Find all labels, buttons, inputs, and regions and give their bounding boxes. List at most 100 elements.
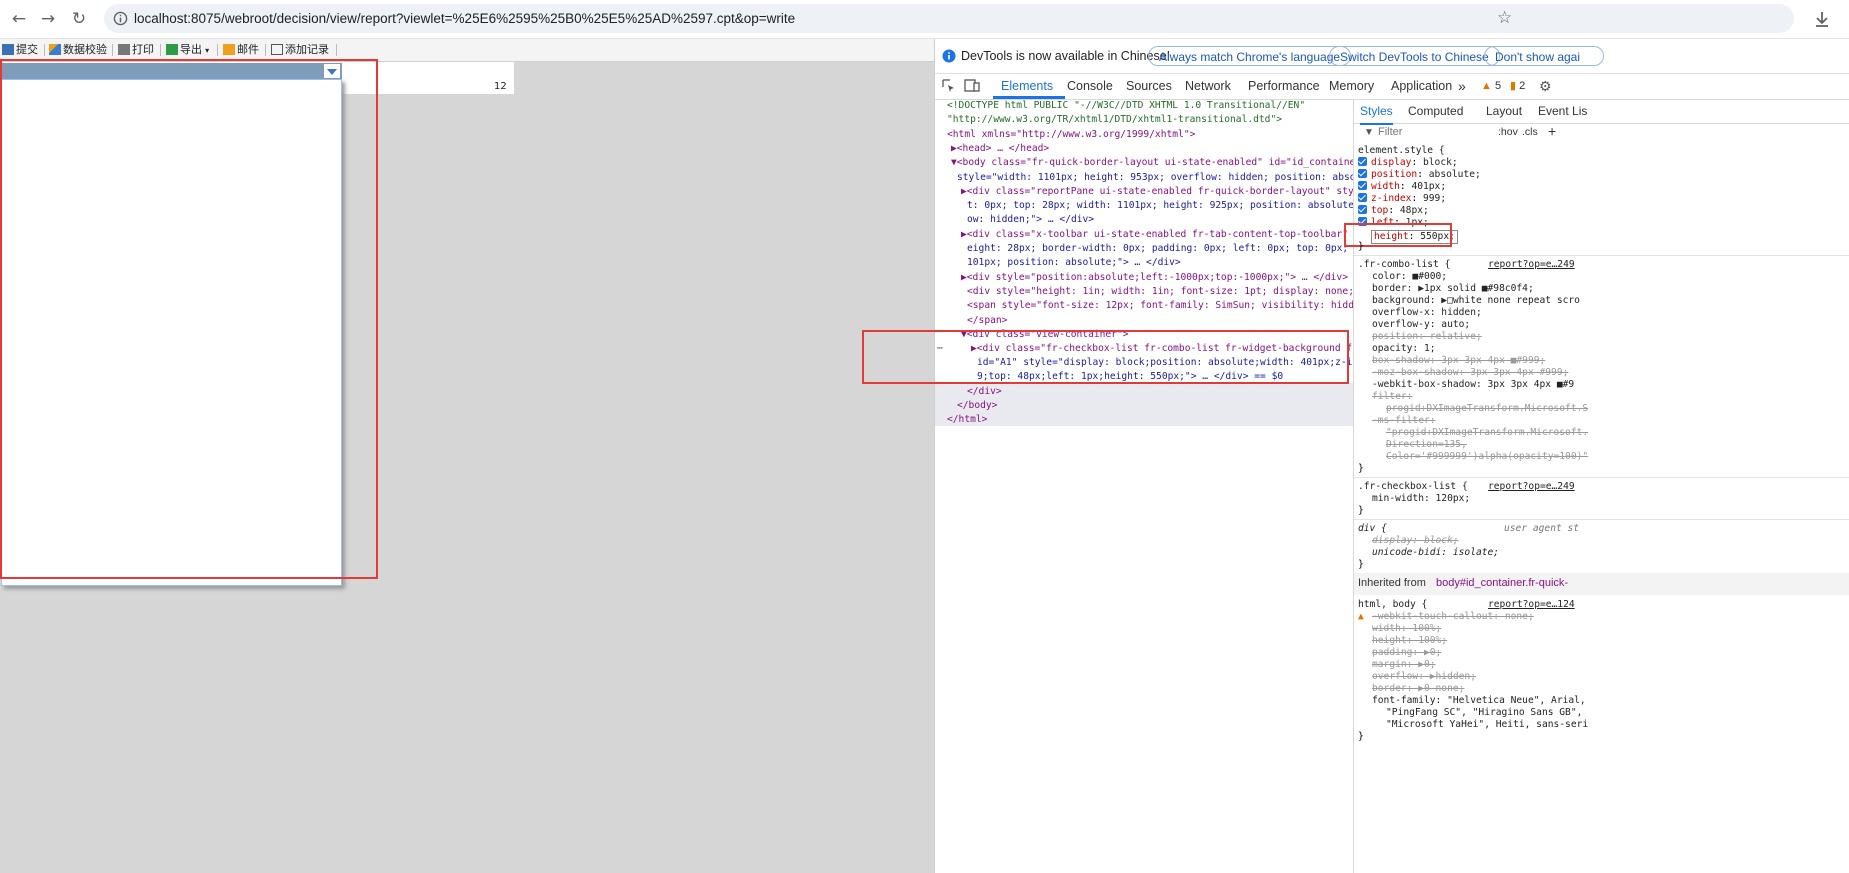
css-line-overridden[interactable]: display: block; xyxy=(1372,535,1459,547)
css-prop-row[interactable]: top: 48px; xyxy=(1358,205,1429,217)
subtab-styles[interactable]: Styles xyxy=(1360,99,1393,125)
tab-network[interactable]: Network xyxy=(1185,73,1231,99)
dom-line[interactable]: 101px; position: absolute;"> … </div> xyxy=(967,256,1181,270)
css-line[interactable]: overflow-y: auto; xyxy=(1372,319,1470,331)
dom-line[interactable]: </span> xyxy=(967,314,1007,328)
css-prop-row[interactable]: display: block; xyxy=(1358,157,1458,169)
class-toggle[interactable]: .cls xyxy=(1522,126,1538,138)
subtab-computed[interactable]: Computed xyxy=(1408,99,1463,123)
bookmark-star-icon[interactable]: ☆ xyxy=(1497,8,1512,28)
tab-performance[interactable]: Performance xyxy=(1248,73,1320,99)
css-line-overridden[interactable]: filter: xyxy=(1372,391,1412,403)
checkbox-icon[interactable] xyxy=(1358,205,1367,214)
dom-line[interactable]: ▶<div class="reportPane ui-state-enabled… xyxy=(961,185,1353,199)
css-line-overridden[interactable]: width: 100%; xyxy=(1372,623,1441,635)
dom-line[interactable]: ▶<div style="position:absolute;left:-100… xyxy=(961,271,1348,285)
new-rule-button[interactable]: + xyxy=(1548,123,1556,139)
tab-sources[interactable]: Sources xyxy=(1126,73,1172,99)
css-line[interactable]: min-width: 120px; xyxy=(1372,493,1470,505)
dont-show-button[interactable]: Don't show agai xyxy=(1484,46,1604,66)
hover-state-toggle[interactable]: :hov xyxy=(1498,126,1518,138)
dom-line[interactable]: eight: 28px; border-width: 0px; padding:… xyxy=(967,242,1353,256)
checkbox-icon[interactable] xyxy=(1358,169,1367,178)
css-line-overridden[interactable]: progid:DXImageTransform.Microsoft.S xyxy=(1386,403,1588,415)
dom-line[interactable]: </html> xyxy=(947,413,987,427)
css-line[interactable]: unicode-bidi: isolate; xyxy=(1372,547,1499,559)
css-line-overridden[interactable]: "progid:DXImageTransform.Microsoft. xyxy=(1386,427,1588,439)
address-bar[interactable]: localhost:8075/webroot/decision/view/rep… xyxy=(104,4,1794,33)
css-line[interactable]: "PingFang SC", "Hiragino Sans GB", xyxy=(1386,707,1582,719)
css-line[interactable]: background: ▶□white none repeat scro xyxy=(1372,295,1580,307)
dom-line[interactable]: style="width: 1101px; height: 953px; ove… xyxy=(957,171,1353,185)
css-line-overridden[interactable]: -ms-filter: xyxy=(1372,415,1436,427)
issue-badge[interactable]: ▮ 2 xyxy=(1510,73,1525,99)
inspect-element-icon[interactable] xyxy=(942,79,956,93)
dom-line[interactable]: </body> xyxy=(957,399,997,413)
tab-application[interactable]: Application xyxy=(1391,73,1452,99)
tab-memory[interactable]: Memory xyxy=(1329,73,1374,99)
css-line-overridden[interactable]: position: relative; xyxy=(1372,331,1482,343)
dom-line[interactable]: ▶<div class="x-toolbar ui-state-enabled … xyxy=(961,228,1353,242)
match-language-button[interactable]: Always match Chrome's language xyxy=(1148,46,1352,66)
print-button[interactable]: 打印 xyxy=(118,39,154,61)
device-toolbar-icon[interactable] xyxy=(964,79,980,93)
css-line-overridden[interactable]: Direction=135, xyxy=(1386,439,1467,451)
tab-console[interactable]: Console xyxy=(1067,73,1113,99)
dom-line[interactable]: ▼<body class="fr-quick-border-layout ui-… xyxy=(951,156,1353,170)
dom-line[interactable]: </div> xyxy=(967,385,1002,399)
filter-input[interactable]: Filter xyxy=(1378,126,1402,138)
css-prop-row[interactable]: width: 401px; xyxy=(1358,181,1446,193)
rule-source-link[interactable]: report?op=e…124 xyxy=(1488,599,1575,610)
add-record-button[interactable]: 添加记录 xyxy=(271,39,329,61)
submit-button[interactable]: 提交 xyxy=(2,39,38,61)
dom-line[interactable]: ow: hidden;"> … </div> xyxy=(967,213,1094,227)
error-badge[interactable]: ▲ 5 xyxy=(1481,73,1501,99)
css-line-overridden[interactable]: box-shadow: 3px 3px 4px ■#999; xyxy=(1372,355,1545,367)
css-line[interactable]: -webkit-box-shadow: 3px 3px 4px ■#9 xyxy=(1372,379,1574,391)
switch-chinese-button[interactable]: Switch DevTools to Chinese xyxy=(1329,46,1500,66)
checkbox-icon[interactable] xyxy=(1358,157,1367,166)
css-line-overridden[interactable]: -webkit-touch-callout: none; xyxy=(1372,611,1534,623)
css-line[interactable]: color: ■#000; xyxy=(1372,271,1447,283)
rule-source-link[interactable]: report?op=e…249 xyxy=(1488,259,1575,270)
rule-source-link[interactable]: report?op=e…249 xyxy=(1488,481,1575,492)
forward-icon[interactable]: → xyxy=(38,9,58,29)
reload-icon[interactable]: ↻ xyxy=(69,9,89,29)
checkbox-icon[interactable] xyxy=(1358,193,1367,202)
checkbox-icon[interactable] xyxy=(1358,181,1367,190)
dom-line[interactable]: <!DOCTYPE html PUBLIC "-//W3C//DTD XHTML… xyxy=(947,99,1305,113)
css-line[interactable]: overflow-x: hidden; xyxy=(1372,307,1482,319)
css-line-overridden[interactable]: margin: ▶0; xyxy=(1372,659,1436,671)
dom-line[interactable]: ▶<head> … </head> xyxy=(951,142,1049,156)
validate-button[interactable]: 数据校验 xyxy=(49,39,107,61)
css-line[interactable]: "Microsoft YaHei", Heiti, sans-seri xyxy=(1386,719,1588,731)
settings-gear-icon[interactable]: ⚙ xyxy=(1539,73,1552,99)
css-line-overridden[interactable]: padding: ▶0; xyxy=(1372,647,1441,659)
back-icon[interactable]: ← xyxy=(9,9,29,29)
download-icon[interactable] xyxy=(1812,9,1832,29)
subtab-event-listeners[interactable]: Event Lis xyxy=(1538,99,1587,123)
email-button[interactable]: 邮件 xyxy=(223,39,259,61)
dom-line[interactable]: "http://www.w3.org/TR/xhtml1/DTD/xhtml1-… xyxy=(947,113,1282,127)
css-line-overridden[interactable]: height: 100%; xyxy=(1372,635,1447,647)
url-text[interactable]: localhost:8075/webroot/decision/view/rep… xyxy=(134,4,795,33)
dom-line[interactable]: <div style="height: 1in; width: 1in; fon… xyxy=(967,285,1353,299)
css-line-overridden[interactable]: border: ▶0 none; xyxy=(1372,683,1464,695)
css-line[interactable]: opacity: 1; xyxy=(1372,343,1436,355)
css-line-overridden[interactable]: Color='#999999')alpha(opacity=100)" xyxy=(1386,451,1588,463)
subtab-layout[interactable]: Layout xyxy=(1486,99,1522,123)
dom-line[interactable]: <span style="font-size: 12px; font-famil… xyxy=(967,299,1353,313)
dom-line[interactable]: <html xmlns="http://www.w3.org/1999/xhtm… xyxy=(947,128,1195,142)
export-button[interactable]: 导出 ▾ xyxy=(166,39,209,61)
css-prop-row[interactable]: z-index: 999; xyxy=(1358,193,1446,205)
site-info-icon[interactable] xyxy=(113,11,128,26)
rule-selector: .fr-combo-list { xyxy=(1358,259,1451,270)
inherited-element-link[interactable]: body#id_container.fr-quick- xyxy=(1436,577,1568,589)
css-line[interactable]: border: ▶1px solid ■#98c0f4; xyxy=(1372,283,1534,295)
css-line[interactable]: font-family: "Helvetica Neue", Arial, xyxy=(1372,695,1586,707)
dom-line[interactable]: t: 0px; top: 28px; width: 1101px; height… xyxy=(967,199,1353,213)
more-tabs-icon[interactable]: » xyxy=(1458,73,1466,99)
css-prop-row[interactable]: position: absolute; xyxy=(1358,169,1481,181)
css-line-overridden[interactable]: overflow: ▶hidden; xyxy=(1372,671,1476,683)
css-line-overridden[interactable]: -moz-box-shadow: 3px 3px 4px #999; xyxy=(1372,367,1568,379)
